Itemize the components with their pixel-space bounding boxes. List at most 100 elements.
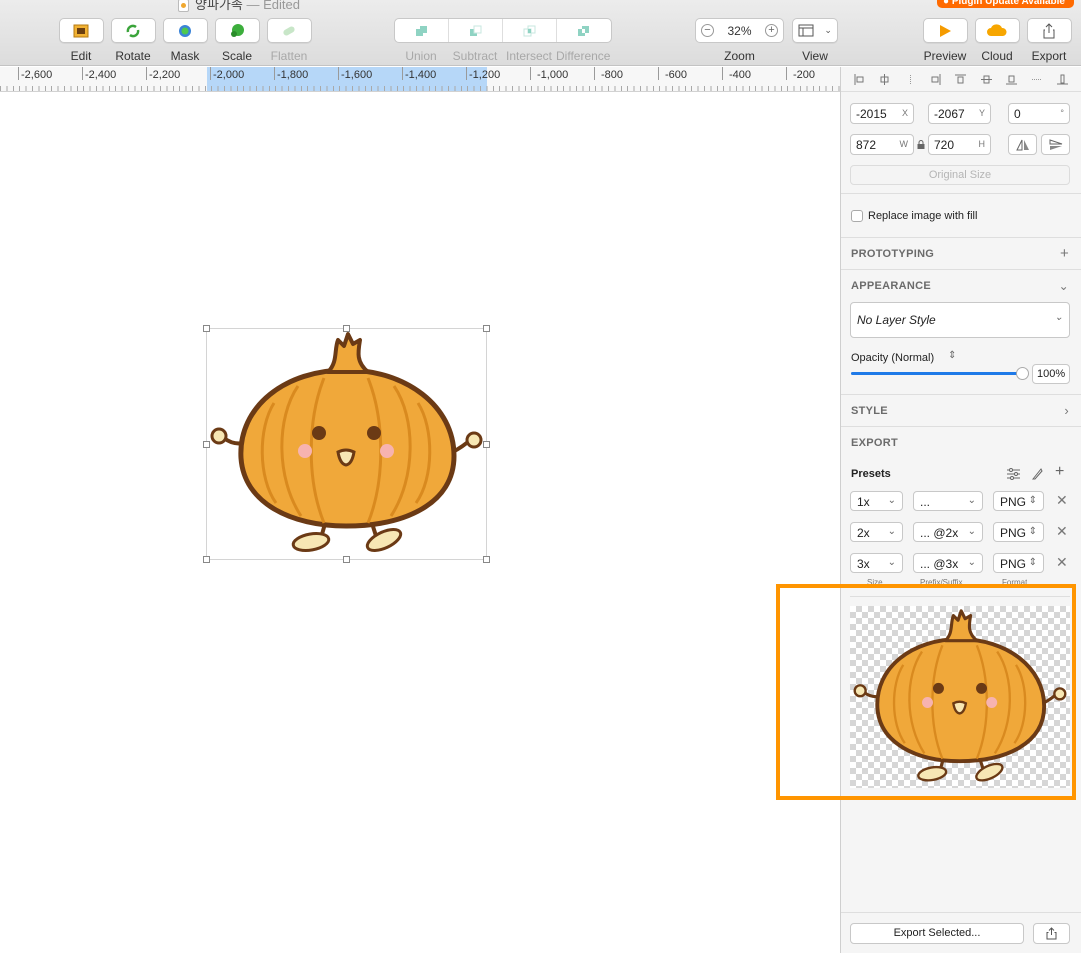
document-icon <box>178 0 189 13</box>
ruler-label: -1,800 <box>277 69 309 81</box>
edit-icon <box>73 24 89 37</box>
opacity-slider-track[interactable] <box>851 372 1023 375</box>
resize-handle-bl[interactable] <box>203 556 210 563</box>
zoom-out-icon[interactable]: − <box>701 24 714 37</box>
preset-format-dropdown[interactable]: PNG ⇕ <box>993 522 1044 542</box>
cloud-button[interactable]: Cloud <box>971 18 1023 63</box>
flatten-icon <box>283 26 295 35</box>
resize-handle-bm[interactable] <box>343 556 350 563</box>
remove-preset-icon[interactable]: ✕ <box>1056 554 1068 571</box>
horizontal-ruler[interactable]: -2,600 -2,400 -2,200 -2,000 -1,800 -1,60… <box>0 67 840 92</box>
lock-icon[interactable] <box>917 140 925 149</box>
original-size-button[interactable]: Original Size <box>850 165 1070 185</box>
export-label: Export <box>1031 49 1067 63</box>
preset-size-dropdown[interactable]: 3x ⌄ <box>850 553 903 573</box>
onion-character-image[interactable] <box>206 328 487 560</box>
subtract-label: Subtract <box>452 49 498 63</box>
cloud-icon <box>987 23 1007 36</box>
view-button[interactable]: ⌄ <box>792 18 838 43</box>
align-middle-v-icon[interactable] <box>980 74 992 85</box>
preset-format-dropdown[interactable]: PNG ⇕ <box>993 553 1044 573</box>
style-section-header[interactable]: STYLE › <box>841 394 1081 426</box>
zoom-value[interactable]: 32% <box>727 24 751 38</box>
export-button[interactable]: Export <box>1023 18 1075 63</box>
edit-button[interactable]: Edit <box>55 18 107 63</box>
preset-size-dropdown[interactable]: 1x ⌄ <box>850 491 903 511</box>
layer-style-dropdown[interactable]: No Layer Style ⌄ <box>850 302 1070 338</box>
prototyping-section-header[interactable]: PROTOTYPING + <box>841 237 1081 269</box>
preset-suffix-dropdown[interactable]: ... @3x ⌄ <box>913 553 983 573</box>
inspector-panel: -2015 X -2067 Y 0 ° 872 W 720 H Original Size… <box>840 67 1081 953</box>
export-selected-button[interactable]: Export Selected... <box>850 923 1024 944</box>
ruler-label: -2,400 <box>85 69 117 81</box>
flatten-button[interactable]: Flatten <box>263 18 315 63</box>
distribute-h-icon[interactable] <box>905 74 916 85</box>
replace-fill-checkbox[interactable] <box>851 210 863 222</box>
plugin-update-badge[interactable]: ● Plugin Update Available <box>937 0 1074 8</box>
preset-suffix-dropdown[interactable]: ... @2x ⌄ <box>913 522 983 542</box>
edit-label: Edit <box>70 49 92 63</box>
add-icon[interactable]: + <box>1060 245 1069 262</box>
resize-handle-tm[interactable] <box>343 325 350 332</box>
resize-handle-tr[interactable] <box>483 325 490 332</box>
opacity-slider-knob[interactable] <box>1016 367 1029 380</box>
preset-suffix-dropdown[interactable]: ... ⌄ <box>913 491 983 511</box>
rotate-button[interactable]: Rotate <box>107 18 159 63</box>
scale-label: Scale <box>221 49 253 63</box>
document-name: 양파가족 <box>195 0 243 12</box>
align-top-icon[interactable] <box>955 74 967 85</box>
scale-button[interactable]: Scale <box>211 18 263 63</box>
preview-button[interactable]: Preview <box>919 18 971 63</box>
intersect-button[interactable] <box>503 19 557 42</box>
appearance-title: APPEARANCE <box>851 280 932 292</box>
replace-fill-label: Replace image with fill <box>868 210 978 222</box>
chevron-right-icon[interactable]: › <box>1064 403 1069 418</box>
toolbar: 양파가족 — Edited ● Plugin Update Available … <box>0 0 1081 66</box>
height-field[interactable]: 720 H <box>928 134 991 155</box>
y-value: -2067 <box>934 107 965 121</box>
selected-image-layer[interactable] <box>203 325 490 563</box>
align-bottom-icon[interactable] <box>1006 74 1018 85</box>
flip-horizontal-button[interactable] <box>1008 134 1037 155</box>
add-preset-icon[interactable]: + <box>1055 463 1064 481</box>
preset-settings-icon[interactable] <box>1007 468 1020 480</box>
chevron-down-icon[interactable]: ⌄ <box>1059 279 1069 293</box>
share-export-button[interactable] <box>1033 923 1070 944</box>
rotation-field[interactable]: 0 ° <box>1008 103 1070 124</box>
ruler-label: -800 <box>601 69 624 81</box>
mask-label: Mask <box>170 49 200 63</box>
preset-size-value: 3x <box>857 557 870 571</box>
slice-knife-icon[interactable] <box>1031 467 1043 480</box>
appearance-section-header[interactable]: APPEARANCE ⌄ <box>841 269 1081 301</box>
distribute-v-icon[interactable] <box>1031 74 1042 85</box>
align-right-icon[interactable] <box>930 73 941 85</box>
flip-vertical-button[interactable] <box>1041 134 1070 155</box>
preset-format-dropdown[interactable]: PNG ⇕ <box>993 491 1044 511</box>
remove-preset-icon[interactable]: ✕ <box>1056 523 1068 540</box>
difference-button[interactable] <box>557 19 611 42</box>
y-position-field[interactable]: -2067 Y <box>928 103 991 124</box>
design-canvas[interactable] <box>0 93 840 953</box>
subtract-button[interactable] <box>449 19 503 42</box>
preset-size-dropdown[interactable]: 2x ⌄ <box>850 522 903 542</box>
opacity-field[interactable]: 100% <box>1032 364 1070 384</box>
remove-preset-icon[interactable]: ✕ <box>1056 492 1068 509</box>
x-position-field[interactable]: -2015 X <box>850 103 914 124</box>
mask-button[interactable]: Mask <box>159 18 211 63</box>
style-title: STYLE <box>851 405 888 417</box>
resize-handle-mr[interactable] <box>483 441 490 448</box>
align-baseline-icon[interactable] <box>1056 74 1068 85</box>
align-center-h-icon[interactable] <box>879 73 890 85</box>
ruler-label: -200 <box>793 69 816 81</box>
chevron-down-icon: ⌄ <box>967 526 976 537</box>
resize-handle-ml[interactable] <box>203 441 210 448</box>
resize-handle-tl[interactable] <box>203 325 210 332</box>
align-left-icon[interactable] <box>854 73 865 85</box>
union-button[interactable] <box>395 19 449 42</box>
resize-handle-br[interactable] <box>483 556 490 563</box>
preset-format-value: PNG <box>1000 557 1027 571</box>
blend-mode-chevron-icon[interactable]: ⇕ <box>948 350 956 361</box>
chevron-down-icon: ⌄ <box>887 495 896 506</box>
zoom-in-icon[interactable]: + <box>765 24 778 37</box>
width-field[interactable]: 872 W <box>850 134 914 155</box>
